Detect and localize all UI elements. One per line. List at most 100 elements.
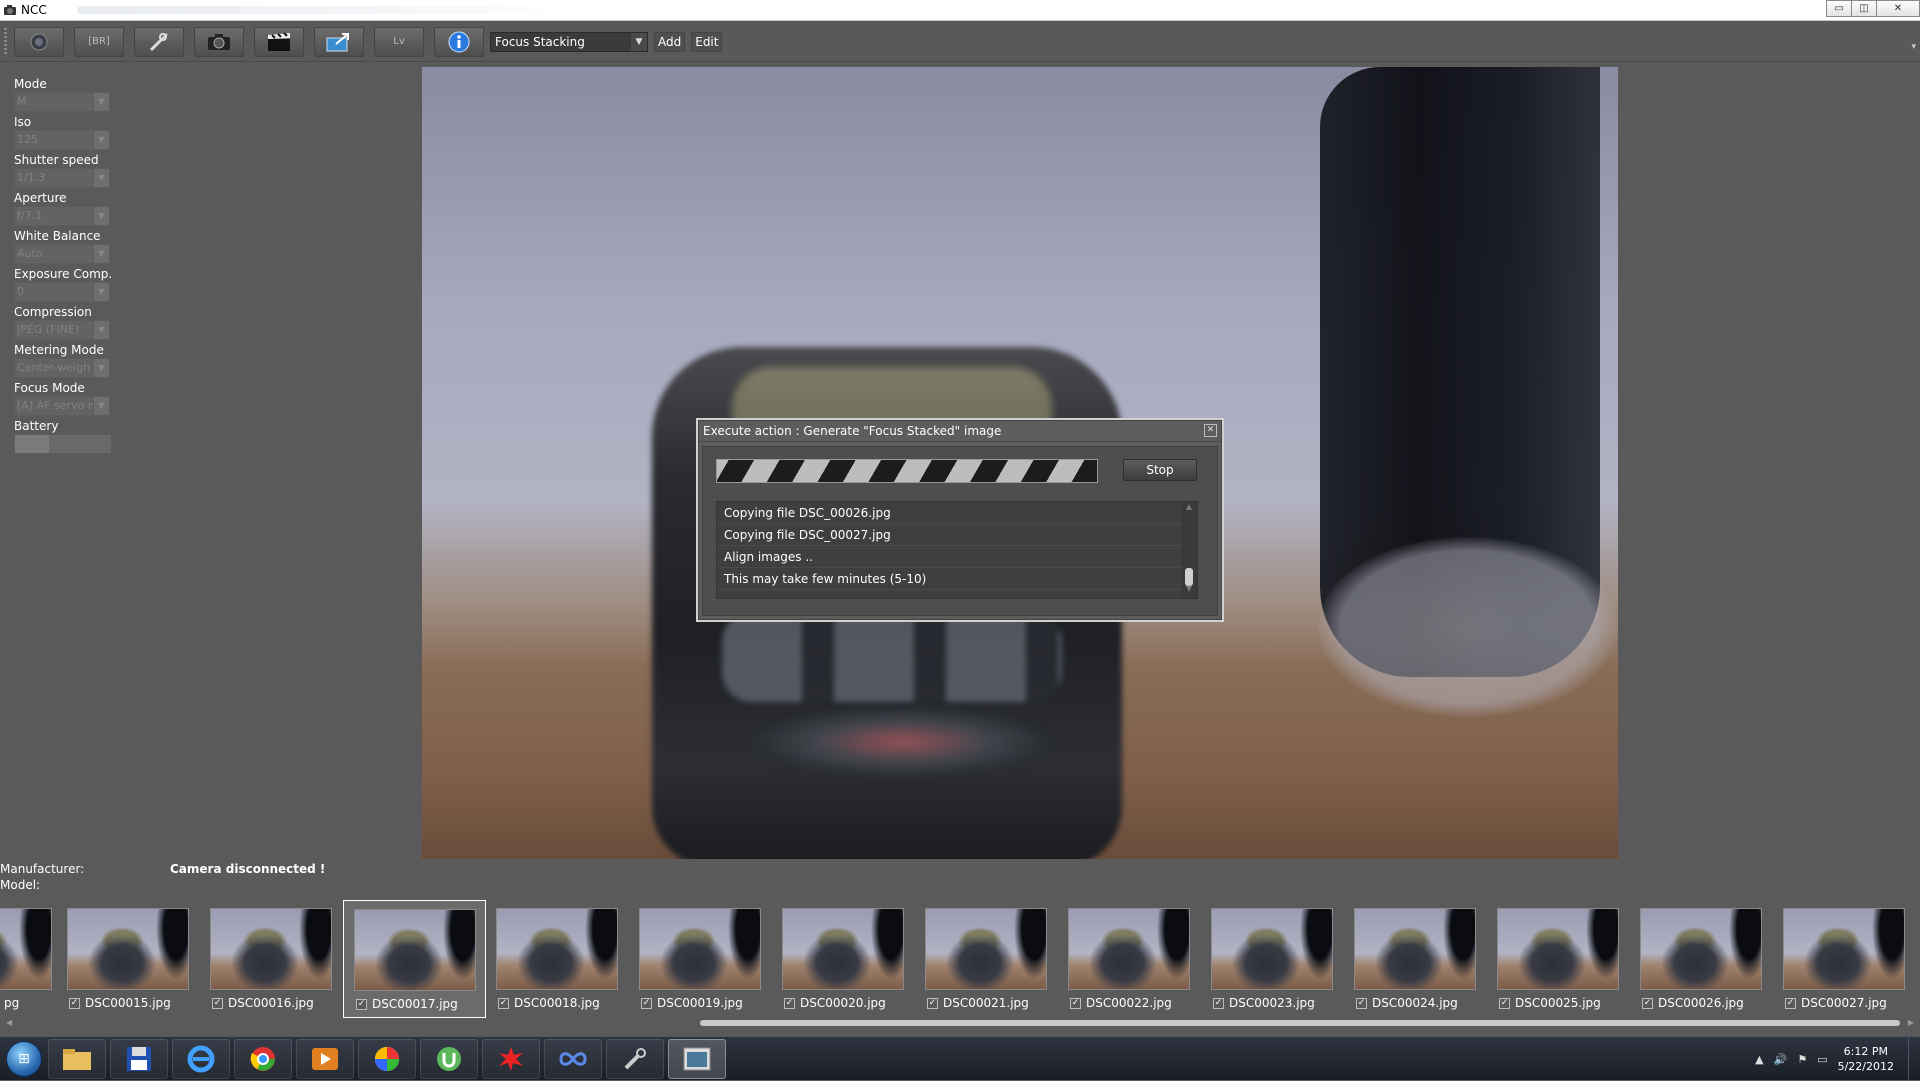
- thumbnail-name: DSC00016.jpg: [228, 996, 314, 1010]
- dialog-body: Stop Copying file DSC_00026.jpg Copying …: [702, 446, 1218, 616]
- prop-label: Mode: [14, 77, 47, 91]
- thumbnail-item[interactable]: ✓ DSC00016.jpg: [200, 900, 343, 1018]
- focus-mode-select[interactable]: [A] AF servo n ▼: [14, 396, 110, 416]
- thumbnail-checkbox[interactable]: ✓: [784, 998, 795, 1009]
- thumbnail-item[interactable]: ✓ DSC00017.jpg: [343, 900, 486, 1018]
- thumbnail-image: [1640, 908, 1762, 990]
- thumbnail-checkbox[interactable]: ✓: [1070, 998, 1081, 1009]
- thumbnail-checkbox[interactable]: ✓: [1642, 998, 1653, 1009]
- thumbnail-item[interactable]: ✓ DSC00022.jpg: [1058, 900, 1201, 1018]
- scroll-left-icon[interactable]: ◀: [6, 1018, 12, 1027]
- thumbnail-checkbox[interactable]: ✓: [212, 998, 223, 1009]
- taskbar-ie[interactable]: [172, 1038, 230, 1079]
- thumbnail-item[interactable]: ✓ DSC00024.jpg: [1344, 900, 1487, 1018]
- taskbar-chrome[interactable]: [234, 1038, 292, 1079]
- thumbnail-item[interactable]: ✓ DSC00019.jpg: [629, 900, 772, 1018]
- taskbar-media-player[interactable]: [296, 1038, 354, 1079]
- thumbnail-checkbox[interactable]: ✓: [1785, 998, 1796, 1009]
- edit-action-button[interactable]: Edit: [691, 31, 723, 52]
- volume-icon[interactable]: 🔊: [1774, 1053, 1788, 1066]
- thumbnail-item-partial[interactable]: pg: [0, 900, 57, 1018]
- taskbar-app-red[interactable]: [482, 1038, 540, 1079]
- mode-select[interactable]: M ▼: [14, 92, 110, 112]
- action-center-flag-icon[interactable]: ⚑: [1797, 1053, 1807, 1066]
- stop-button[interactable]: Stop: [1123, 459, 1197, 481]
- thumbnail-checkbox[interactable]: ✓: [1499, 998, 1510, 1009]
- scroll-down-icon[interactable]: ▼: [1181, 584, 1197, 598]
- windows-taskbar: ⊞ ▲ 🔊 ⚑ ▭ 6:12 PM 5/22/2012: [0, 1036, 1920, 1081]
- iso-select[interactable]: 125 ▼: [14, 130, 110, 150]
- transfer-button[interactable]: [314, 26, 364, 57]
- taskbar-utorrent[interactable]: [420, 1038, 478, 1079]
- log-list[interactable]: Copying file DSC_00026.jpg Copying file …: [716, 501, 1198, 599]
- thumbnail-checkbox[interactable]: ✓: [356, 999, 367, 1010]
- restore-button[interactable]: ◫: [1851, 0, 1877, 17]
- toolbar-grip[interactable]: [4, 28, 7, 56]
- tray-expand-icon[interactable]: ▲: [1755, 1053, 1763, 1066]
- prop-exposure-comp: Exposure Comp. 0 ▼: [14, 266, 114, 302]
- capture-button[interactable]: [14, 26, 64, 57]
- white-balance-select[interactable]: Auto ▼: [14, 244, 110, 264]
- picasa-icon: [375, 1046, 399, 1071]
- filmstrip-scroll-thumb[interactable]: [700, 1020, 1900, 1026]
- clock-date: 5/22/2012: [1837, 1060, 1894, 1073]
- log-scrollbar[interactable]: ▲ ▼: [1181, 502, 1197, 598]
- show-desktop-button[interactable]: [1908, 1037, 1920, 1081]
- thumbnail-checkbox[interactable]: ✓: [498, 998, 509, 1009]
- liveview-button[interactable]: Lv: [374, 26, 424, 57]
- thumbnail-checkbox[interactable]: ✓: [927, 998, 938, 1009]
- thumbnail-name: DSC00025.jpg: [1515, 996, 1601, 1010]
- filmstrip-scrollbar[interactable]: ◀ ▶: [0, 1018, 1920, 1028]
- exposure-comp-select[interactable]: 0 ▼: [14, 282, 110, 302]
- thumbnail-checkbox[interactable]: ✓: [641, 998, 652, 1009]
- taskbar-picasa[interactable]: [358, 1038, 416, 1079]
- scroll-right-icon[interactable]: ▶: [1908, 1018, 1914, 1027]
- dialog-close-button[interactable]: ✕: [1204, 424, 1217, 437]
- close-button[interactable]: ✕: [1876, 0, 1920, 17]
- network-icon[interactable]: ▭: [1817, 1053, 1827, 1066]
- thumbnail-item[interactable]: ✓ DSC00027.jpg: [1773, 900, 1916, 1018]
- aperture-select[interactable]: f/7.1 ▼: [14, 206, 110, 226]
- minimize-button[interactable]: ▭: [1826, 0, 1852, 17]
- prop-focus-mode: Focus Mode [A] AF servo n ▼: [14, 380, 114, 416]
- thumbnail-item[interactable]: ✓ DSC00025.jpg: [1487, 900, 1630, 1018]
- thumbnail-item[interactable]: ✓ DSC00023.jpg: [1201, 900, 1344, 1018]
- compression-select[interactable]: JPEG (FINE) ▼: [14, 320, 110, 340]
- thumbnail-checkbox[interactable]: ✓: [69, 998, 80, 1009]
- thumbnail-item[interactable]: ✓ DSC00026.jpg: [1630, 900, 1773, 1018]
- action-select[interactable]: Focus Stacking ▼: [490, 31, 648, 52]
- window-title-path: [76, 6, 577, 14]
- battery-fill: [15, 435, 49, 453]
- add-action-button[interactable]: Add: [654, 31, 686, 52]
- prop-label: Compression: [14, 305, 92, 319]
- taskbar-app-tools[interactable]: [606, 1038, 664, 1079]
- execute-action-dialog: Execute action : Generate "Focus Stacked…: [696, 418, 1224, 622]
- thumbnail-checkbox[interactable]: ✓: [1213, 998, 1224, 1009]
- metering-mode-select[interactable]: Center-weigh ▼: [14, 358, 110, 378]
- settings-tools-button[interactable]: [134, 26, 184, 57]
- toolbar-overflow-icon[interactable]: ▾: [1911, 42, 1916, 52]
- taskbar-save[interactable]: [110, 1038, 168, 1079]
- taskbar-ncc[interactable]: [668, 1038, 726, 1079]
- bracket-button[interactable]: [BR]: [74, 26, 124, 57]
- main-toolbar: [BR] Lv Focus Stacking ▼ Add Edit ▾: [0, 22, 1920, 62]
- prop-label: Aperture: [14, 191, 67, 205]
- preview-phone-keys: [722, 612, 1062, 702]
- camera-settings-button[interactable]: [194, 26, 244, 57]
- shutter-speed-select[interactable]: 1/1.3 ▼: [14, 168, 110, 188]
- tray-clock[interactable]: 6:12 PM 5/22/2012: [1838, 1044, 1894, 1074]
- thumbnail-item[interactable]: ✓ DSC00021.jpg: [915, 900, 1058, 1018]
- thumbnail-checkbox[interactable]: ✓: [1356, 998, 1367, 1009]
- thumbnail-item[interactable]: ✓ DSC00015.jpg: [57, 900, 200, 1018]
- taskbar-explorer[interactable]: [48, 1038, 106, 1079]
- start-button[interactable]: ⊞: [0, 1037, 48, 1081]
- thumbnail-item[interactable]: ✓ DSC00018.jpg: [486, 900, 629, 1018]
- taskbar-app-infinity[interactable]: [544, 1038, 602, 1079]
- thumbnail-item[interactable]: ✓ DSC00020.jpg: [772, 900, 915, 1018]
- clock-time: 6:12 PM: [1843, 1045, 1888, 1058]
- scroll-up-icon[interactable]: ▲: [1181, 502, 1197, 516]
- prop-compression: Compression JPEG (FINE) ▼: [14, 304, 114, 340]
- app-camera-icon: [4, 5, 16, 15]
- movie-button[interactable]: [254, 26, 304, 57]
- info-button[interactable]: [434, 26, 484, 57]
